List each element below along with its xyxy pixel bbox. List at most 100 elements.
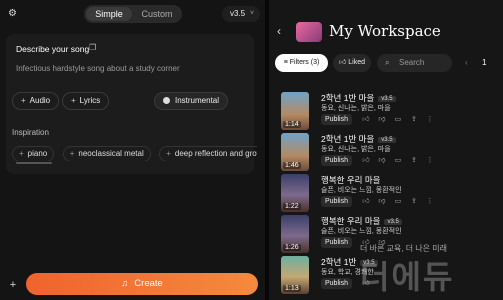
mode-custom-button[interactable]: Custom: [134, 7, 180, 21]
toggle-icon: [163, 97, 170, 104]
comment-icon[interactable]: ▭: [390, 197, 406, 205]
audio-label: Audio: [29, 96, 51, 105]
page-number: 1: [482, 58, 487, 67]
plus-icon: +: [69, 149, 75, 158]
create-topbar: ⚙ Simple Custom v3.5 ˅: [0, 0, 265, 26]
music-note-icon: ♫: [121, 278, 129, 289]
add-audio-button[interactable]: + Audio: [12, 92, 60, 110]
publish-button[interactable]: Publish: [321, 278, 352, 289]
share-icon[interactable]: ⇪: [406, 156, 422, 164]
instrumental-label: Instrumental: [175, 96, 220, 105]
song-description-input[interactable]: Infectious hardstyle song about a study …: [16, 64, 180, 73]
publish-button[interactable]: Publish: [321, 196, 352, 207]
search-icon: ⌕: [385, 58, 390, 67]
add-button[interactable]: +: [6, 278, 20, 292]
lyrics-label: Lyrics: [79, 96, 101, 105]
create-button[interactable]: ♫ Create: [26, 273, 258, 295]
plus-icon: +: [21, 96, 26, 105]
version-badge: v3.5: [378, 137, 396, 143]
create-panel: ⚙ Simple Custom v3.5 ˅ Describe your son…: [0, 0, 265, 300]
liked-label: Liked: [348, 59, 365, 66]
back-icon[interactable]: ‹: [277, 24, 281, 38]
workspace-thumbnail: [296, 22, 322, 42]
thumbs-up-icon[interactable]: 👍︎: [358, 196, 374, 205]
song-duration: 1:13: [283, 285, 301, 292]
song-actions: Publish 👍︎ 👎︎ ▭ ⇪ ⋮: [321, 196, 438, 208]
thumbs-down-icon[interactable]: 👎︎: [374, 196, 390, 205]
song-cover[interactable]: 1:26: [281, 215, 309, 253]
comment-icon[interactable]: ▭: [390, 156, 406, 164]
inspiration-tag[interactable]: + piano: [12, 146, 55, 161]
song-duration: 1:14: [283, 121, 301, 128]
song-duration: 1:26: [283, 244, 301, 251]
inspiration-label: Inspiration: [12, 128, 49, 137]
song-title[interactable]: 행복한 우리 마을: [321, 175, 380, 185]
song-cover[interactable]: 1:46: [281, 133, 309, 171]
info-icon[interactable]: ❐: [89, 43, 96, 52]
liked-button[interactable]: 👍︎ Liked: [333, 54, 371, 72]
comment-icon[interactable]: ▭: [390, 115, 406, 123]
publish-button[interactable]: Publish: [321, 114, 352, 125]
inspiration-tag[interactable]: + neoclassical metal: [62, 146, 151, 161]
song-title[interactable]: 2학년 1반 마을: [321, 93, 374, 103]
more-icon[interactable]: ⋮: [422, 197, 438, 205]
tag-label: neoclassical metal: [78, 149, 144, 158]
version-badge: v3.5: [378, 96, 396, 102]
song-row[interactable]: 1:46 2학년 1반 마을 v3.5 동요, 신나는, 밝은, 마을 Publi…: [281, 133, 499, 173]
song-tags: 슬픈, 비오는 느낌, 몽환적인: [321, 187, 402, 194]
instrumental-toggle[interactable]: Instrumental: [154, 92, 229, 110]
more-icon[interactable]: ⋮: [422, 156, 438, 164]
thumbs-down-icon[interactable]: 👎︎: [374, 114, 390, 123]
song-tags: 동요, 신나는, 밝은, 마을: [321, 105, 391, 112]
inspiration-tags: + piano + neoclassical metal + deep reflect…: [12, 143, 257, 161]
search-input[interactable]: ⌕ Search: [377, 54, 452, 72]
thumbs-down-icon[interactable]: 👎︎: [374, 155, 390, 164]
publish-button[interactable]: Publish: [321, 237, 352, 248]
song-cover[interactable]: 1:22: [281, 174, 309, 212]
describe-label: Describe your song: [16, 44, 90, 54]
song-title[interactable]: 2학년 1반 마을: [321, 134, 374, 144]
tag-label: deep reflection and growth: [174, 149, 257, 158]
version-select[interactable]: v3.5 ˅: [222, 6, 260, 22]
share-icon[interactable]: ⇪: [406, 197, 422, 205]
plus-icon: +: [166, 149, 171, 158]
share-icon[interactable]: ⇪: [406, 115, 422, 123]
inspiration-tag[interactable]: +deep reflection and growth: [159, 146, 257, 161]
watermark-logo: 더에듀: [360, 259, 455, 295]
song-tags: 동요, 신나는, 밝은, 마을: [321, 146, 391, 153]
filters-button[interactable]: ≡ Filters (3): [275, 54, 328, 72]
publish-button[interactable]: Publish: [321, 155, 352, 166]
prev-page-button[interactable]: ‹: [465, 58, 468, 67]
song-title[interactable]: 2학년 1반: [321, 257, 356, 267]
create-bottombar: + ♫ Create: [0, 268, 265, 300]
thumbs-up-icon: 👍︎: [339, 59, 349, 66]
song-duration: 1:22: [283, 203, 301, 210]
more-icon[interactable]: ⋮: [422, 115, 438, 123]
mode-toggle: Simple Custom: [84, 5, 182, 23]
filters-label: Filters (3): [289, 59, 320, 66]
search-placeholder: Search: [399, 58, 425, 67]
plus-icon: +: [19, 149, 24, 158]
mode-simple-button[interactable]: Simple: [86, 7, 132, 21]
tag-label: piano: [27, 149, 48, 158]
version-label: v3.5: [230, 9, 246, 18]
version-badge: v3.5: [384, 219, 402, 225]
workspace-title: My Workspace: [329, 22, 441, 40]
song-row[interactable]: 1:22 행복한 우리 마을 슬픈, 비오는 느낌, 몽환적인 Publish 👍…: [281, 174, 499, 214]
song-cover[interactable]: 1:13: [281, 256, 309, 294]
song-actions: Publish 👍︎ 👎︎ ▭ ⇪ ⋮: [321, 155, 438, 167]
song-duration: 1:46: [283, 162, 301, 169]
thumbs-up-icon[interactable]: 👍︎: [358, 114, 374, 123]
song-actions: Publish 👍︎ 👎︎ ▭ ⇪ ⋮: [321, 114, 438, 126]
song-cover[interactable]: 1:14: [281, 92, 309, 130]
gear-icon[interactable]: ⚙: [8, 8, 17, 19]
plus-icon: +: [71, 96, 76, 105]
song-tags: 슬픈, 비오는 느낌, 몽환적인: [321, 228, 402, 235]
song-row[interactable]: 1:14 2학년 1반 마을 v3.5 동요, 신나는, 밝은, 마을 Publi…: [281, 92, 499, 132]
create-label: Create: [134, 278, 163, 289]
tags-scrollbar[interactable]: [16, 162, 52, 164]
song-title[interactable]: 행복한 우리 마을: [321, 216, 380, 226]
thumbs-up-icon[interactable]: 👍︎: [358, 155, 374, 164]
chevron-down-icon: ˅: [249, 10, 254, 17]
add-lyrics-button[interactable]: + Lyrics: [62, 92, 110, 110]
